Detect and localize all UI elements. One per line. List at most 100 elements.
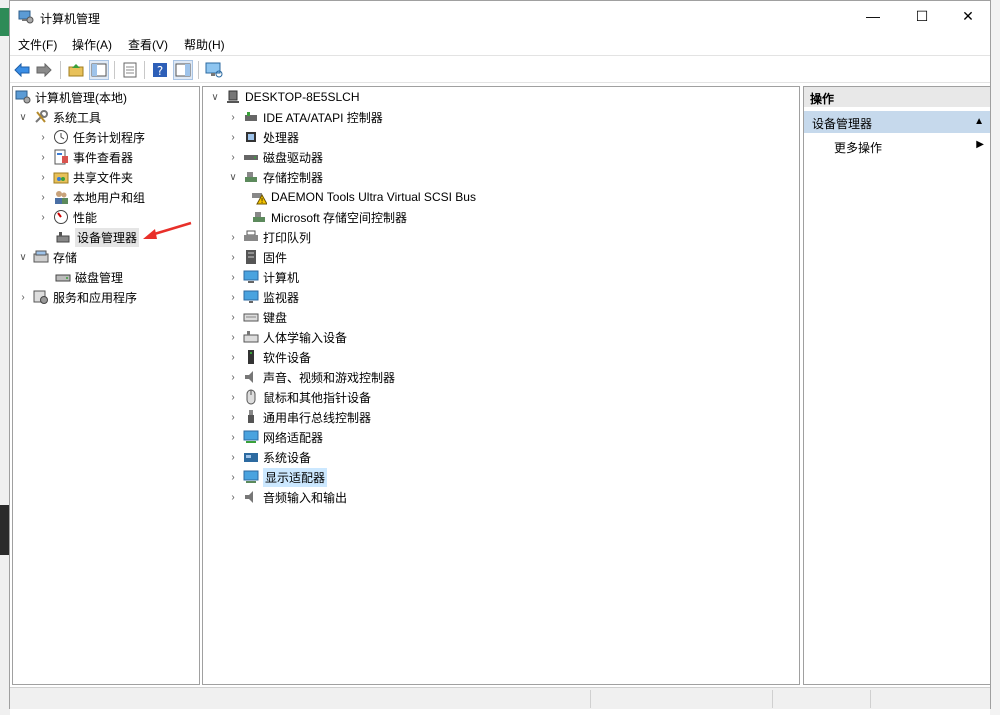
tree-item-device-manager[interactable]: 设备管理器 — [51, 227, 140, 247]
chevron-right-icon[interactable]: › — [227, 391, 239, 403]
tree-item-shared-folders[interactable]: › 共享文件夹 — [37, 167, 133, 187]
menu-view[interactable]: 查看(V) — [128, 36, 168, 53]
chevron-right-icon[interactable]: › — [227, 491, 239, 503]
device-category-label: 人体学输入设备 — [263, 330, 348, 345]
tree-item-event-viewer[interactable]: › 事件查看器 — [37, 147, 133, 167]
forward-button[interactable] — [34, 60, 54, 80]
chevron-right-icon[interactable]: › — [227, 231, 239, 243]
device-category-label: 磁盘驱动器 — [263, 150, 324, 165]
scan-hardware-button[interactable] — [204, 60, 224, 80]
device-category-item[interactable]: › 软件设备 — [227, 347, 311, 367]
tree-item-label: 任务计划程序 — [73, 130, 146, 145]
help-icon: ? — [153, 63, 167, 78]
chevron-right-icon[interactable]: › — [227, 111, 239, 123]
chevron-down-icon[interactable]: ∨ — [17, 111, 29, 123]
maximize-button[interactable]: ☐ — [899, 1, 945, 31]
close-button[interactable]: ✕ — [945, 1, 991, 31]
minimize-button[interactable]: — — [850, 1, 896, 31]
chevron-right-icon[interactable]: › — [227, 431, 239, 443]
chevron-right-icon[interactable]: › — [227, 291, 239, 303]
chevron-right-icon[interactable]: › — [227, 331, 239, 343]
device-category-item[interactable]: › 打印队列 — [227, 227, 311, 247]
chevron-right-icon[interactable]: › — [227, 251, 239, 263]
device-category-item[interactable]: › 处理器 — [227, 127, 299, 147]
tree-item-label: 磁盘管理 — [75, 270, 124, 285]
monitor-scan-icon — [205, 62, 223, 78]
device-category-item[interactable]: ! DAEMON Tools Ultra Virtual SCSI Bus — [247, 187, 476, 207]
tree-item-system-tools[interactable]: ∨ 系统工具 — [17, 107, 101, 127]
chevron-right-icon[interactable]: › — [227, 311, 239, 323]
chevron-right-icon[interactable]: › — [227, 271, 239, 283]
properties-button[interactable] — [120, 60, 140, 80]
svg-text:?: ? — [157, 64, 163, 78]
tree-item-task-scheduler[interactable]: › 任务计划程序 — [37, 127, 145, 147]
device-category-item[interactable]: › 计算机 — [227, 267, 299, 287]
tree-item-performance[interactable]: › 性能 — [37, 207, 97, 227]
chevron-down-icon[interactable]: ∨ — [17, 251, 29, 263]
ide-icon — [243, 109, 259, 125]
device-category-item[interactable]: › 系统设备 — [227, 447, 311, 467]
chevron-right-icon[interactable]: › — [37, 191, 49, 203]
device-category-item[interactable]: › 固件 — [227, 247, 287, 267]
device-category-item[interactable]: › 音频输入和输出 — [227, 487, 347, 507]
device-category-item[interactable]: › 鼠标和其他指针设备 — [227, 387, 371, 407]
menu-file[interactable]: 文件(F) — [18, 36, 57, 53]
chevron-right-icon[interactable]: › — [17, 291, 29, 303]
device-category-item[interactable]: ∨ 存储控制器 — [227, 167, 323, 187]
device-root-label: DESKTOP-8E5SLCH — [245, 90, 360, 104]
tree-item-local-users[interactable]: › 本地用户和组 — [37, 187, 145, 207]
device-category-item[interactable]: › IDE ATA/ATAPI 控制器 — [227, 107, 383, 127]
back-button[interactable] — [12, 60, 32, 80]
tree-item-services-apps[interactable]: › 服务和应用程序 — [17, 287, 137, 307]
back-arrow-icon — [14, 63, 30, 77]
background-window-edge-right — [990, 0, 1000, 715]
device-category-label: 系统设备 — [263, 450, 312, 465]
chevron-right-icon[interactable]: › — [227, 151, 239, 163]
chevron-right-icon[interactable]: › — [37, 211, 49, 223]
device-category-item[interactable]: › 键盘 — [227, 307, 287, 327]
device-category-item[interactable]: › 人体学输入设备 — [227, 327, 347, 347]
chevron-right-icon[interactable]: › — [37, 171, 49, 183]
computer-management-app-icon — [18, 9, 34, 25]
device-category-item[interactable]: › 监视器 — [227, 287, 299, 307]
device-category-item[interactable]: › 网络适配器 — [227, 427, 323, 447]
device-category-item[interactable]: › 通用串行总线控制器 — [227, 407, 371, 427]
chevron-right-icon[interactable]: › — [227, 131, 239, 143]
collapse-triangle-icon[interactable]: ▲ — [974, 116, 984, 127]
actions-section-device-manager[interactable]: 设备管理器 ▲ — [804, 111, 990, 133]
chevron-right-icon[interactable]: › — [227, 471, 239, 483]
chevron-right-icon[interactable]: › — [227, 371, 239, 383]
tree-item-storage[interactable]: ∨ 存储 — [17, 247, 77, 267]
device-root[interactable]: ∨ DESKTOP-8E5SLCH — [209, 87, 360, 107]
chevron-down-icon[interactable]: ∨ — [227, 171, 239, 183]
device-category-label: Microsoft 存储空间控制器 — [271, 210, 408, 225]
chevron-right-icon[interactable]: › — [227, 411, 239, 423]
menu-action[interactable]: 操作(A) — [72, 36, 112, 53]
device-category-label: IDE ATA/ATAPI 控制器 — [263, 110, 383, 125]
device-category-item[interactable]: › 显示适配器 — [227, 467, 328, 487]
show-action-pane-button[interactable] — [173, 60, 193, 80]
chevron-right-icon[interactable]: › — [37, 131, 49, 143]
help-button[interactable]: ? — [150, 60, 170, 80]
chevron-right-icon[interactable]: › — [227, 451, 239, 463]
device-category-item[interactable]: Microsoft 存储空间控制器 — [247, 207, 407, 227]
submenu-arrow-icon[interactable]: ▶ — [976, 139, 984, 150]
chevron-down-icon[interactable]: ∨ — [209, 91, 221, 103]
tree-item-label: 设备管理器 — [75, 227, 140, 247]
menu-help[interactable]: 帮助(H) — [184, 36, 225, 53]
device-category-item[interactable]: › 声音、视频和游戏控制器 — [227, 367, 395, 387]
actions-section-label: 设备管理器 — [812, 117, 873, 131]
storage-controller-icon — [251, 209, 267, 225]
firmware-icon — [243, 249, 259, 265]
more-actions-item[interactable]: 更多操作 — [834, 139, 882, 156]
up-level-button[interactable] — [66, 60, 86, 80]
chevron-right-icon[interactable]: › — [37, 151, 49, 163]
show-hide-tree-button[interactable] — [89, 60, 109, 80]
system-device-icon — [243, 449, 259, 465]
users-icon — [53, 189, 69, 205]
shared-folder-icon — [53, 169, 69, 185]
chevron-right-icon[interactable]: › — [227, 351, 239, 363]
tree-item-disk-management[interactable]: 磁盘管理 — [51, 267, 123, 287]
device-category-item[interactable]: › 磁盘驱动器 — [227, 147, 323, 167]
tree-item-computer-management[interactable]: 计算机管理(本地) — [15, 87, 127, 107]
